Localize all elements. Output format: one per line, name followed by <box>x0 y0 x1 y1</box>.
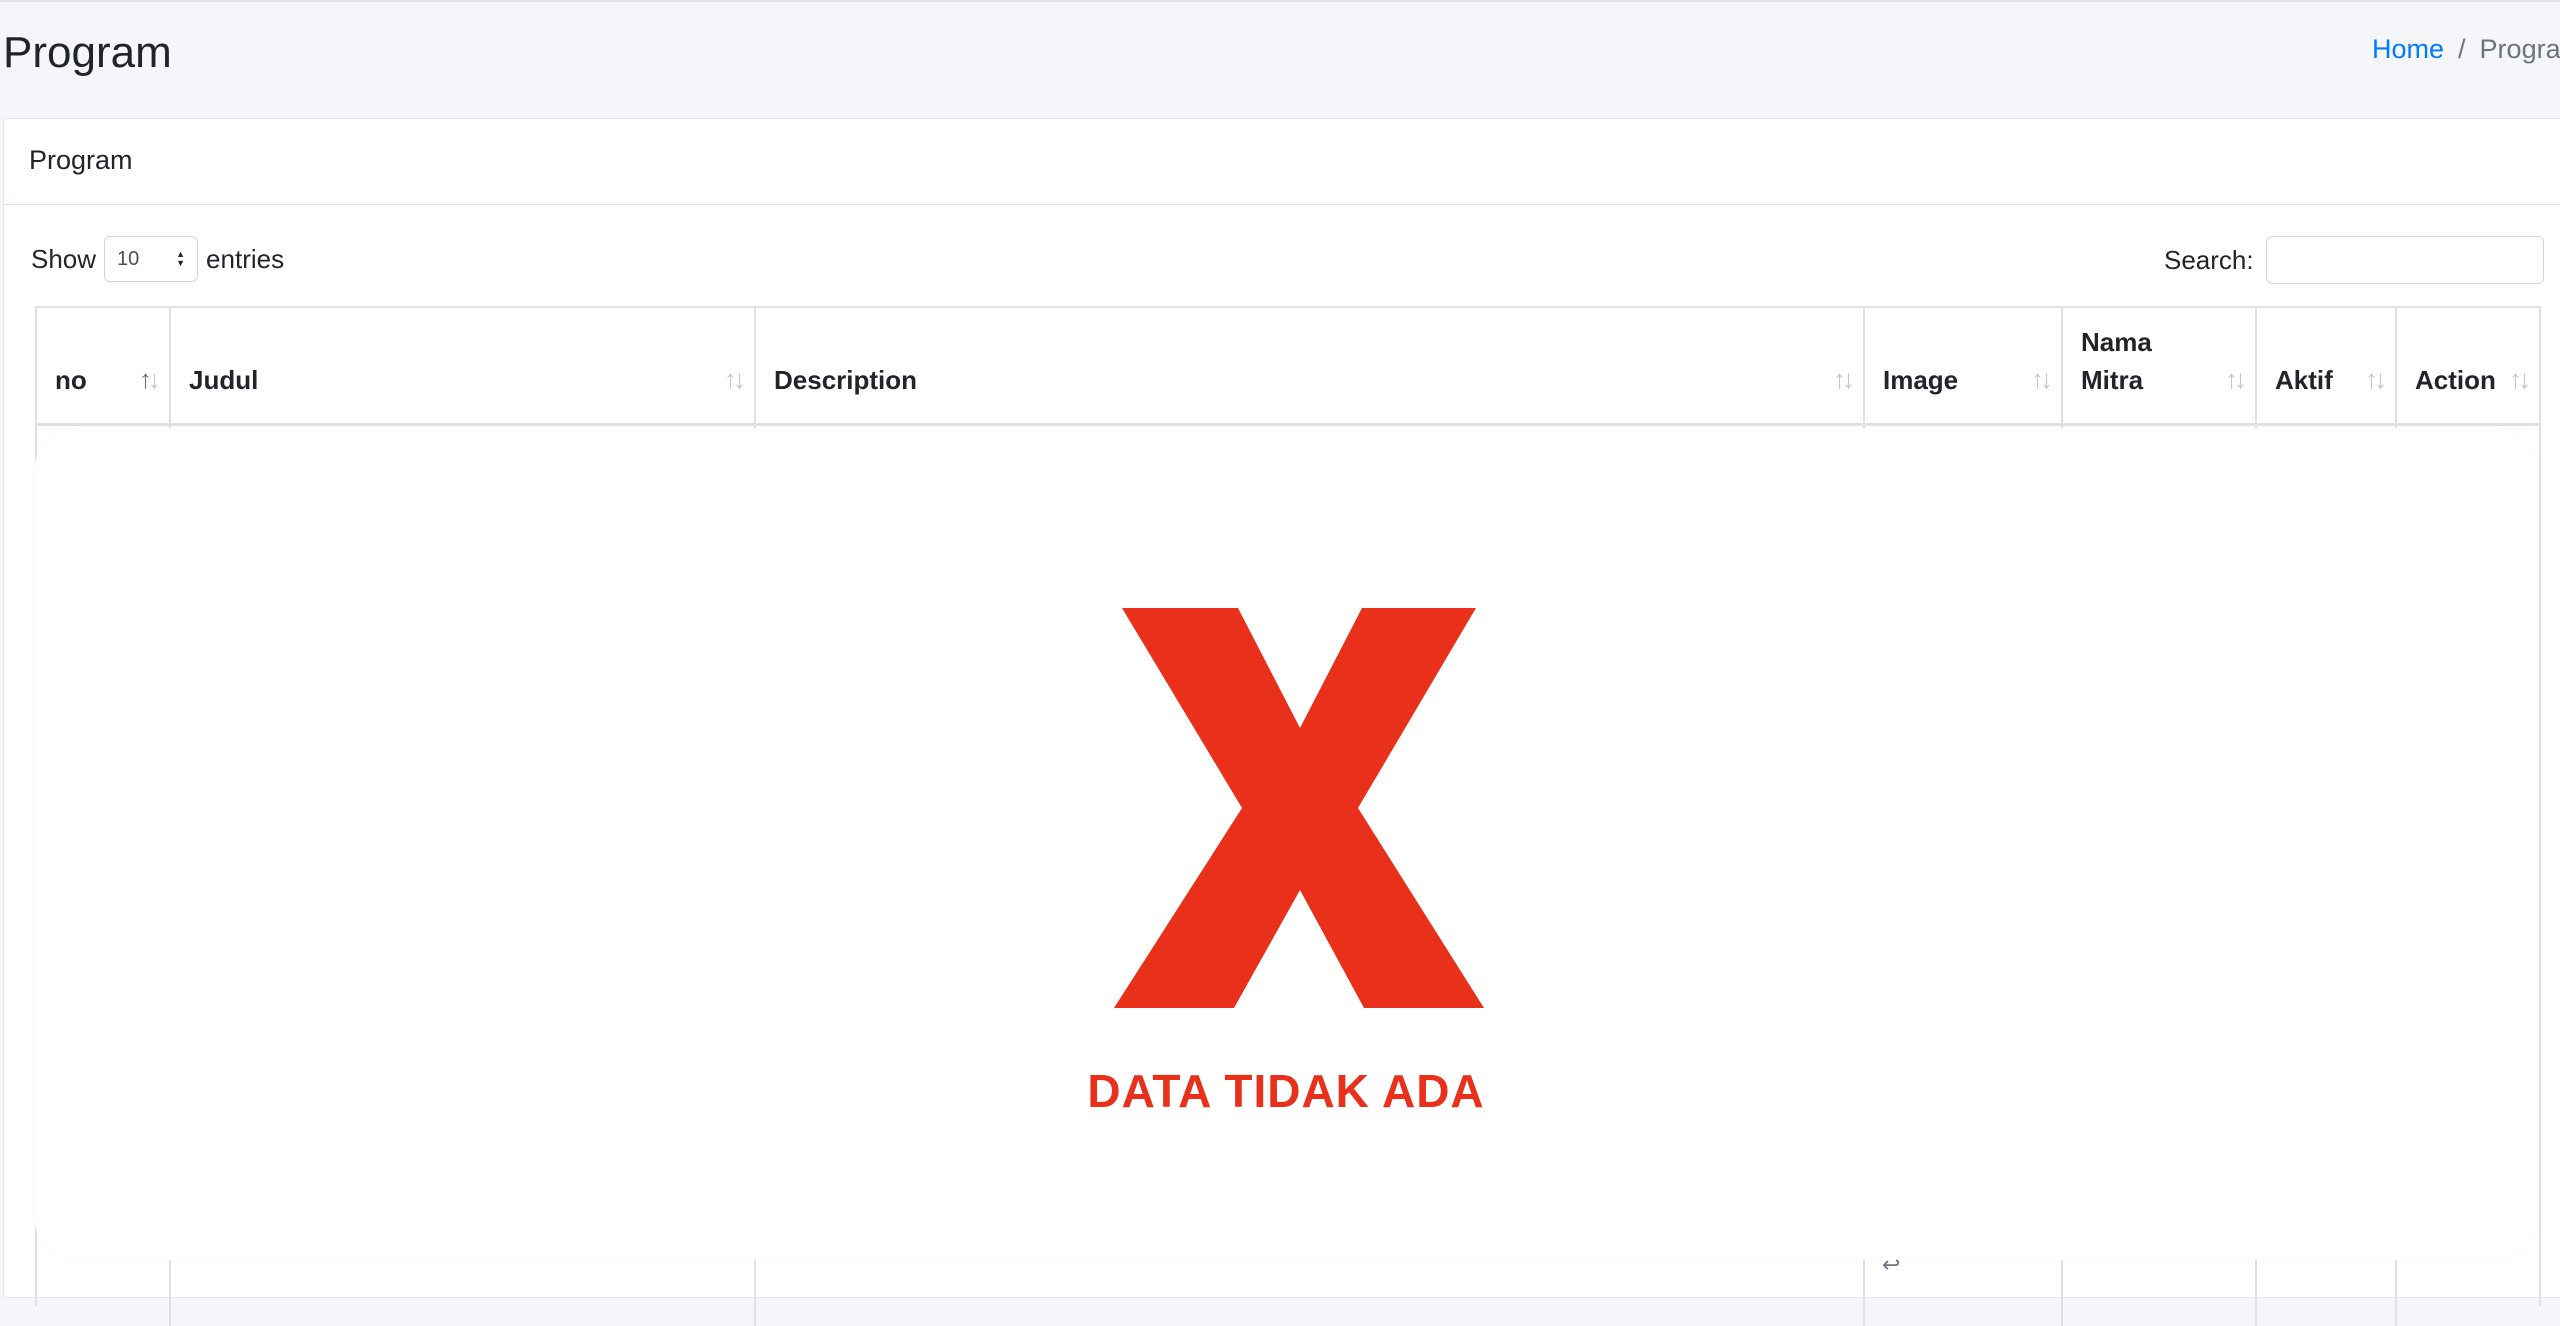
breadcrumb-home-link[interactable]: Home <box>2372 34 2444 65</box>
sort-icon: ↑↓ <box>2031 364 2053 394</box>
column-header-description[interactable]: Description ↑↓ <box>756 308 1865 423</box>
column-header-no[interactable]: no ↑↓ <box>37 308 171 423</box>
card-title: Program <box>29 145 133 175</box>
table-header: no ↑↓ Judul ↑↓ Description ↑↓ Image ↑↓ N… <box>37 308 2539 426</box>
show-label: Show <box>31 243 97 274</box>
entries-select-value: 10 <box>117 247 140 270</box>
column-header-label: Judul <box>189 365 259 395</box>
column-header-label: Description <box>774 365 918 395</box>
breadcrumb: Home / Program <box>2372 34 2560 65</box>
sort-icon: ↑↓ <box>2509 364 2531 394</box>
column-header-aktif[interactable]: Aktif ↑↓ <box>2257 308 2397 423</box>
page-header: Program Home / Program <box>0 0 2560 118</box>
entries-select[interactable]: 10 ▲ ▼ <box>104 236 199 282</box>
column-header-judul[interactable]: Judul ↑↓ <box>171 308 756 423</box>
partial-icon: ↩ <box>1882 1252 1901 1277</box>
search-control: Search: <box>2164 236 2544 284</box>
breadcrumb-current: Program <box>2479 34 2560 64</box>
column-header-image[interactable]: Image ↑↓ <box>1865 308 2063 423</box>
column-header-nama-mitra[interactable]: Nama Mitra ↑↓ <box>2063 308 2257 423</box>
empty-state-message: DATA TIDAK ADA <box>1087 1065 1485 1117</box>
card-header: Program <box>4 119 2560 205</box>
sort-icon: ↑↓ <box>2225 364 2247 394</box>
sort-icon: ↑↓ <box>724 364 746 394</box>
sort-icon: ↑↓ <box>2365 364 2387 394</box>
sort-ascending-icon: ↑↓ <box>139 364 161 394</box>
select-arrows-icon: ▲ ▼ <box>176 249 186 268</box>
column-header-label: Nama Mitra <box>2081 327 2152 395</box>
entries-length-control: Show 10 ▲ ▼ entries <box>31 236 284 282</box>
x-icon <box>1114 608 1484 1008</box>
search-label: Search: <box>2164 244 2254 275</box>
sort-icon: ↑↓ <box>1833 364 1855 394</box>
search-input[interactable] <box>2265 236 2544 284</box>
column-header-action[interactable]: Action ↑↓ <box>2397 308 2539 423</box>
breadcrumb-separator: / <box>2458 34 2466 64</box>
column-header-label: Action <box>2415 365 2496 395</box>
column-header-label: Image <box>1883 365 1959 395</box>
empty-data-overlay: DATA TIDAK ADA <box>34 428 2538 1260</box>
entries-label: entries <box>206 243 285 274</box>
page-title: Program <box>3 28 172 77</box>
column-header-label: Aktif <box>2275 365 2333 395</box>
